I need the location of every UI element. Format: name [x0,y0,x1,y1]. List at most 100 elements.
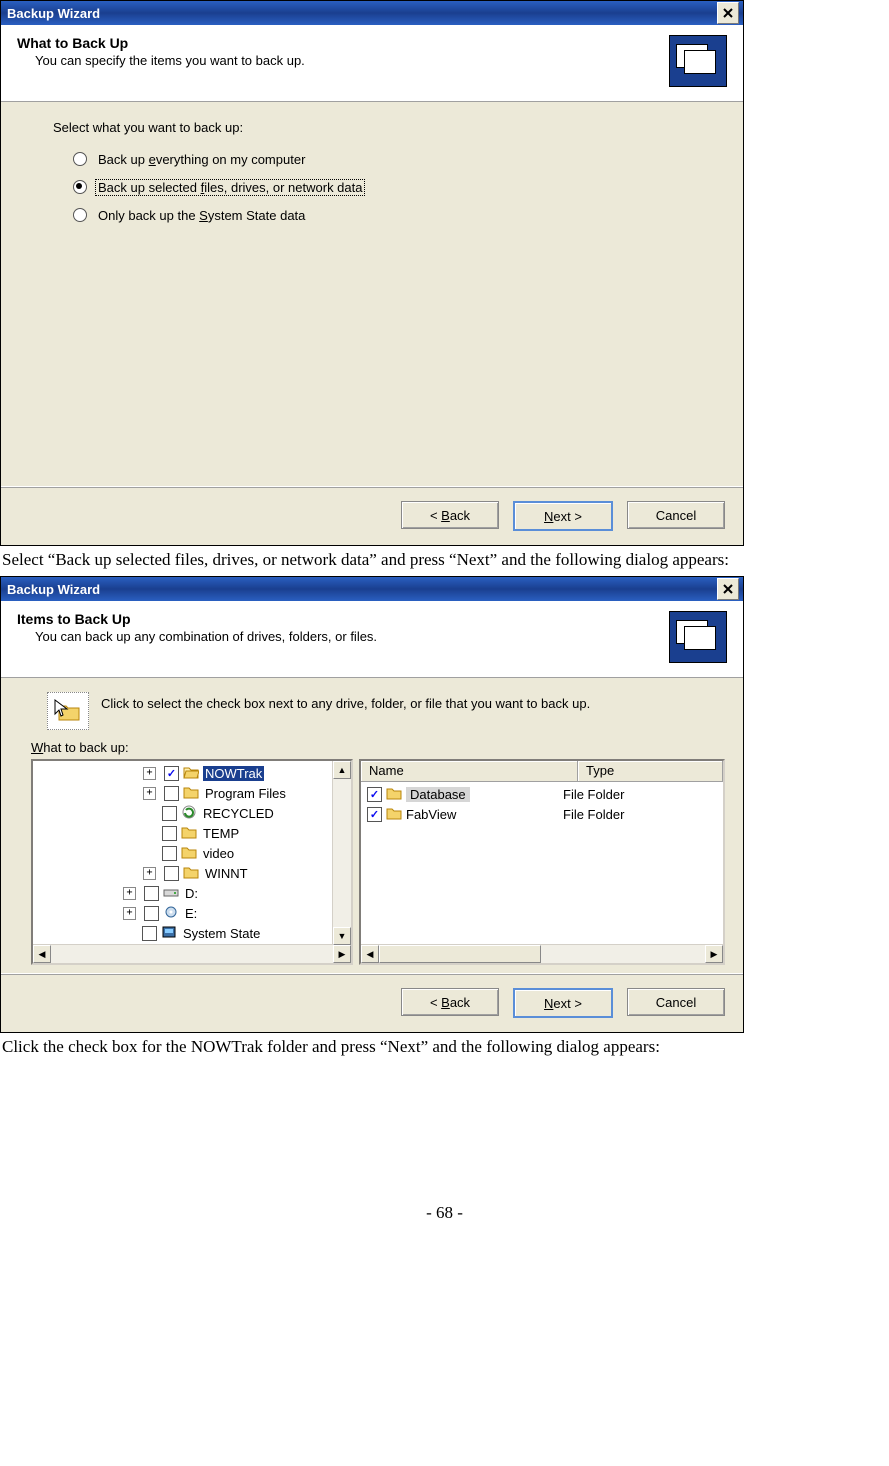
tree-item[interactable]: RECYCLED [33,803,333,823]
tree-checkbox[interactable] [164,786,179,801]
tree-spacer [143,848,154,859]
button-bar: < Back Next > Cancel [1,486,743,545]
scroll-down-icon[interactable]: ▼ [333,927,351,945]
tree-item-label: video [201,846,236,861]
scroll-right-icon[interactable]: ▶ [333,945,351,963]
section-label: What to back up: [1,736,743,759]
radio-option-1[interactable]: Back up selected files, drives, or netwo… [53,173,713,201]
radio-button[interactable] [73,152,87,166]
list-hscrollbar[interactable]: ◀ ▶ [361,944,723,963]
list-item-name: Database [406,787,470,802]
tree-item[interactable]: + E: [33,903,333,923]
tree-item[interactable]: System State [33,923,333,943]
page-number: - 68 - [0,1203,889,1235]
folder-icon [183,865,203,882]
scroll-left-icon[interactable]: ◀ [361,945,379,963]
header-title: Items to Back Up [17,611,661,627]
tree-item[interactable]: +✓NOWTrak [33,763,333,783]
radio-button[interactable] [73,180,87,194]
tree-checkbox[interactable] [164,866,179,881]
back-button[interactable]: < Back [401,501,499,529]
radio-label: Back up selected files, drives, or netwo… [95,179,365,196]
tree-hscrollbar[interactable]: ◀ ▶ [33,944,351,963]
button-bar: < Back Next > Cancel [1,973,743,1032]
tree-checkbox[interactable] [162,806,177,821]
titlebar[interactable]: Backup Wizard [1,577,743,601]
titlebar-text: Backup Wizard [7,582,717,597]
folder-icon [181,845,201,862]
folder-icon [386,786,406,803]
tree-item[interactable]: video [33,843,333,863]
sysstate-icon [161,925,181,942]
expand-icon[interactable]: + [123,907,136,920]
close-icon [723,8,733,18]
drive-icon [163,885,183,902]
titlebar[interactable]: Backup Wizard [1,1,743,25]
close-button[interactable] [717,2,739,24]
list-row[interactable]: ✓ Database File Folder [363,784,721,804]
expand-icon[interactable]: + [143,767,156,780]
list-item-type: File Folder [563,787,624,802]
list-checkbox[interactable]: ✓ [367,807,382,822]
hint-text: Click to select the check box next to an… [101,692,590,711]
radio-button[interactable] [73,208,87,222]
scroll-up-icon[interactable]: ▲ [333,761,351,779]
expand-icon[interactable]: + [143,787,156,800]
header-subtitle: You can back up any combination of drive… [35,629,661,644]
tree-checkbox[interactable] [162,826,177,841]
tree-item-label: Program Files [203,786,288,801]
prompt-label: Select what you want to back up: [53,120,713,135]
backup-wizard-dialog-2: Backup Wizard Items to Back Up You can b… [0,576,744,1033]
panes: +✓NOWTrak+Program FilesRECYCLEDTEMPvideo… [1,759,743,973]
dialog-body: Select what you want to back up: Back up… [1,102,743,486]
caption-1: Select “Back up selected files, drives, … [0,548,889,576]
next-button[interactable]: Next > [513,988,613,1018]
header-subtitle: You can specify the items you want to ba… [35,53,661,68]
tree-item-label: RECYCLED [201,806,276,821]
tree-item-label: E: [183,906,199,921]
tree-checkbox[interactable] [144,906,159,921]
scroll-left-icon[interactable]: ◀ [33,945,51,963]
tree-spacer [143,808,154,819]
titlebar-text: Backup Wizard [7,6,717,21]
recycle-icon [181,805,201,822]
close-button[interactable] [717,578,739,600]
cancel-button[interactable]: Cancel [627,988,725,1016]
list-item-type: File Folder [563,807,624,822]
hint-row: Click to select the check box next to an… [1,678,743,736]
radio-option-0[interactable]: Back up everything on my computer [53,145,713,173]
close-icon [723,584,733,594]
folder-icon [181,825,201,842]
tree-item[interactable]: +D: [33,883,333,903]
cancel-button[interactable]: Cancel [627,501,725,529]
list-row[interactable]: ✓ FabView File Folder [363,804,721,824]
expand-icon[interactable]: + [143,867,156,880]
next-button[interactable]: Next > [513,501,613,531]
radio-option-2[interactable]: Only back up the System State data [53,201,713,229]
tree-item-label: TEMP [201,826,241,841]
expand-icon[interactable]: + [123,887,136,900]
tree-item-label: WINNT [203,866,250,881]
tree-checkbox[interactable] [142,926,157,941]
column-header-type[interactable]: Type [578,761,723,781]
tree-item[interactable]: + Program Files [33,783,333,803]
tree-pane[interactable]: +✓NOWTrak+Program FilesRECYCLEDTEMPvideo… [31,759,353,965]
header-panel: Items to Back Up You can back up any com… [1,601,743,678]
tree-checkbox[interactable] [162,846,177,861]
back-button[interactable]: < Back [401,988,499,1016]
tree-vscrollbar[interactable]: ▲ ▼ [332,761,351,945]
header-panel: What to Back Up You can specify the item… [1,25,743,102]
list-pane[interactable]: Name Type ✓ Database File Folder ✓ FabView Fi… [359,759,725,965]
tree-item[interactable]: TEMP [33,823,333,843]
list-item-name: FabView [406,807,456,822]
tree-checkbox[interactable]: ✓ [164,766,179,781]
tree-checkbox[interactable] [144,886,159,901]
radio-label: Back up everything on my computer [95,151,308,168]
list-checkbox[interactable]: ✓ [367,787,382,802]
tree-spacer [143,828,154,839]
tree-item-label: System State [181,926,262,941]
column-header-name[interactable]: Name [361,761,578,781]
scroll-right-icon[interactable]: ▶ [705,945,723,963]
tree-item[interactable]: + WINNT [33,863,333,883]
caption-2: Click the check box for the NOWTrak fold… [0,1035,889,1063]
